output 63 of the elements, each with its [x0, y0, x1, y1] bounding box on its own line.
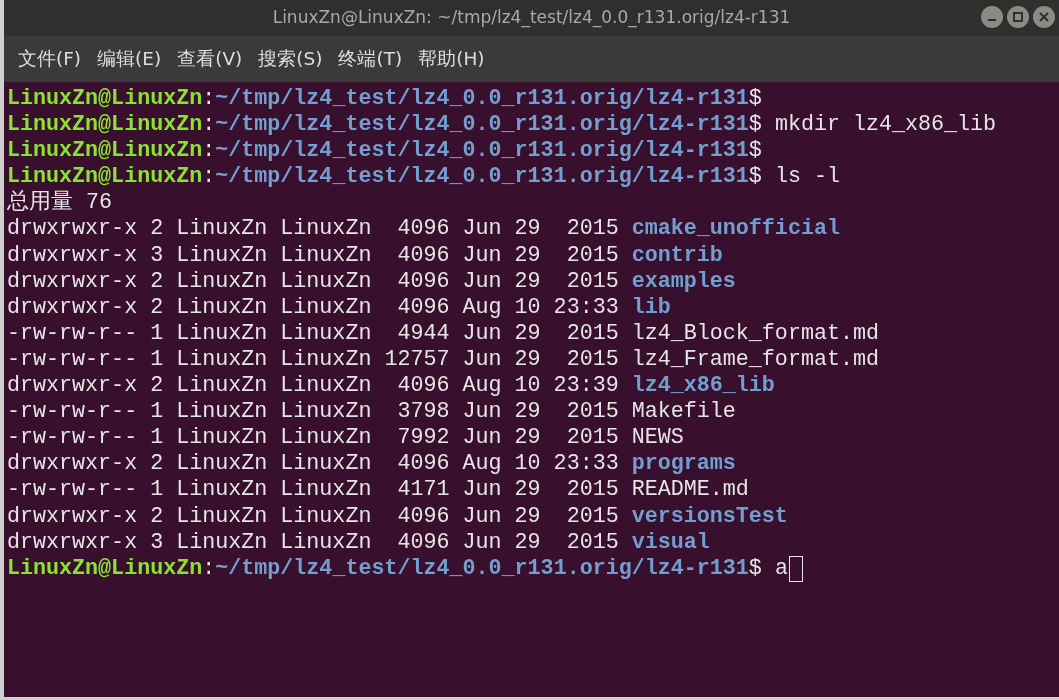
prompt-user: LinuxZn@LinuxZn [7, 555, 203, 582]
close-button[interactable] [1033, 6, 1055, 28]
file-details: drwxrwxr-x 2 LinuxZn LinuxZn 4096 Aug 10 23:39 [7, 373, 619, 400]
prompt-symbol: $ [748, 112, 762, 139]
file-details: drwxrwxr-x 2 LinuxZn LinuxZn 4096 Jun 29 2015 [7, 216, 619, 243]
file-name: versionsTest [631, 503, 788, 530]
menu-item[interactable]: 文件(F) [12, 45, 88, 73]
menu-item[interactable]: 搜索(S) [252, 45, 329, 73]
menu-item[interactable]: 编辑(E) [91, 45, 168, 73]
prompt-separator: : [202, 138, 216, 165]
file-name: README.md [631, 477, 749, 504]
close-icon [1039, 12, 1049, 22]
file-details: drwxrwxr-x 3 LinuxZn LinuxZn 4096 Jun 29 2015 [7, 529, 619, 556]
prompt-user: LinuxZn@LinuxZn [7, 138, 203, 165]
prompt-separator: : [202, 164, 216, 191]
prompt-separator: : [202, 555, 216, 582]
prompt-symbol: $ [748, 138, 762, 165]
file-details: -rw-rw-r-- 1 LinuxZn LinuxZn 4944 Jun 29 2015 [7, 320, 619, 347]
prompt-separator: : [202, 112, 216, 139]
file-details: drwxrwxr-x 2 LinuxZn LinuxZn 4096 Aug 10 23:33 [7, 294, 619, 321]
file-name: contrib [631, 242, 723, 269]
file-details: drwxrwxr-x 2 LinuxZn LinuxZn 4096 Jun 29 2015 [7, 503, 619, 530]
file-details: -rw-rw-r-- 1 LinuxZn LinuxZn 3798 Jun 29 2015 [7, 399, 619, 426]
file-name: lz4_Frame_format.md [631, 346, 879, 374]
file-name: lib [631, 294, 671, 321]
file-name: cmake_unofficial [631, 216, 840, 243]
file-details: -rw-rw-r-- 1 LinuxZn LinuxZn 4171 Jun 29 2015 [7, 477, 619, 504]
menu-item[interactable]: 查看(V) [171, 45, 249, 73]
file-details: drwxrwxr-x 2 LinuxZn LinuxZn 4096 Aug 10 23:33 [7, 451, 619, 478]
file-details: drwxrwxr-x 2 LinuxZn LinuxZn 4096 Jun 29 2015 [7, 268, 619, 295]
file-name: programs [631, 451, 736, 478]
file-name: lz4_Block_format.md [631, 320, 879, 347]
output-text: 总用量 76 [7, 190, 113, 217]
file-name: visual [631, 529, 710, 556]
file-details: drwxrwxr-x 3 LinuxZn LinuxZn 4096 Jun 29 2015 [7, 242, 619, 269]
prompt-separator: : [202, 86, 216, 113]
prompt-path: ~/tmp/lz4_test/lz4_0.0_r131.orig/lz4-r131 [215, 112, 749, 139]
window-title: LinuxZn@LinuxZn: ~/tmp/lz4_test/lz4_0.0_r131.orig/lz4-r131 [272, 6, 791, 30]
prompt-user: LinuxZn@LinuxZn [7, 112, 203, 139]
prompt-symbol: $ [748, 555, 762, 582]
file-details: -rw-rw-r-- 1 LinuxZn LinuxZn 12757 Jun 29 2015 [7, 346, 619, 374]
command-text: a [773, 555, 788, 582]
file-name: Makefile [631, 399, 736, 426]
file-name: NEWS [631, 425, 684, 452]
prompt-path: ~/tmp/lz4_test/lz4_0.0_r131.orig/lz4-r131 [215, 86, 749, 113]
file-name: lz4_x86_lib [631, 373, 775, 400]
file-name: examples [631, 268, 736, 295]
command-text: ls -l [773, 164, 840, 191]
prompt-path: ~/tmp/lz4_test/lz4_0.0_r131.orig/lz4-r131 [215, 555, 749, 582]
maximize-icon [1013, 12, 1023, 22]
minimize-button[interactable] [981, 6, 1003, 28]
menu-item[interactable]: 终端(T) [332, 45, 409, 73]
minimize-icon [988, 19, 996, 21]
maximize-button[interactable] [1007, 6, 1029, 28]
prompt-path: ~/tmp/lz4_test/lz4_0.0_r131.orig/lz4-r131 [215, 138, 749, 165]
prompt-symbol: $ [748, 164, 762, 191]
prompt-user: LinuxZn@LinuxZn [7, 164, 203, 190]
command-text: mkdir lz4_x86_lib [773, 112, 997, 139]
prompt-symbol: $ [748, 86, 762, 113]
file-details: -rw-rw-r-- 1 LinuxZn LinuxZn 7992 Jun 29 2015 [7, 425, 619, 452]
prompt-user: LinuxZn@LinuxZn [7, 86, 203, 113]
prompt-path: ~/tmp/lz4_test/lz4_0.0_r131.orig/lz4-r131 [215, 164, 749, 191]
menu-item[interactable]: 帮助(H) [412, 45, 491, 73]
